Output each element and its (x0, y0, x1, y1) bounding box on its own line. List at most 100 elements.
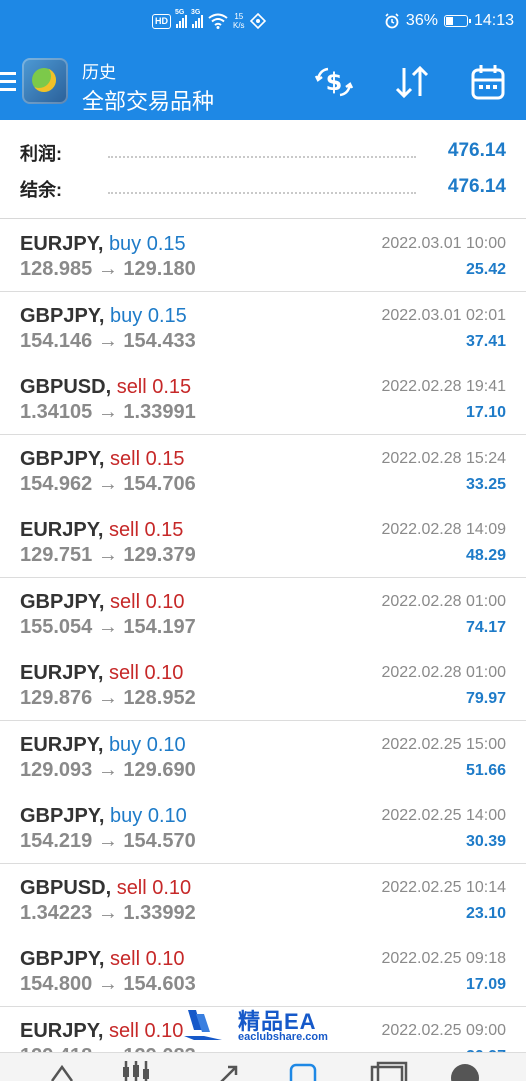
trade-symbol: EURJPY, (20, 519, 104, 541)
trade-title: GBPJPY, buy 0.15 (20, 305, 187, 328)
trade-profit: 17.09 (465, 976, 506, 993)
trade-prices: 129.093 → 129.690 (20, 759, 196, 782)
balance-value: 476.14 (447, 176, 506, 197)
trade-time: 2022.02.28 15:24 (381, 449, 506, 467)
trade-arrow-icon: → (97, 329, 118, 352)
profit-label: 利润: (20, 144, 62, 164)
trade-volume: sell 0.10 (116, 876, 192, 899)
trade-row[interactable]: GBPUSD, sell 0.15 1.34105 → 1.33991 2022.0… (0, 363, 526, 435)
battery-level (445, 17, 453, 25)
trade-symbol: EURJPY, (20, 233, 104, 255)
trade-prices: 154.146 → 154.433 (20, 330, 196, 353)
messages-icon[interactable] (368, 1061, 408, 1081)
trade-symbol: EURJPY, (20, 662, 104, 684)
currency-exchange-icon[interactable]: $ (314, 62, 354, 102)
profit-row: 利润: 476.14 (20, 140, 506, 170)
toolbar: 历史 全部交易品种 $ (0, 48, 526, 120)
sim2-network-label: 3G (191, 9, 201, 16)
trade-row[interactable]: GBPJPY, sell 0.15 154.962 → 154.706 2022.0… (0, 434, 526, 507)
trade-open-price: 155.054 (20, 615, 93, 638)
trade-close-price: 129.379 (123, 544, 196, 566)
menu-icon[interactable] (0, 72, 16, 92)
trade-time: 2022.02.28 01:00 (381, 592, 506, 610)
trade-profit: 79.97 (465, 690, 506, 707)
sort-icon[interactable] (392, 62, 432, 102)
trade-volume: sell 0.10 (110, 948, 185, 970)
trade-time: 2022.02.25 14:00 (381, 807, 506, 824)
balance-leader-dots (108, 192, 416, 194)
trade-title: EURJPY, buy 0.10 (20, 734, 186, 757)
quotes-icon[interactable] (48, 1061, 76, 1081)
trade-prices: 128.985 → 129.180 (20, 258, 196, 281)
trade-volume: sell 0.10 (110, 590, 185, 613)
trade-open-price: 154.800 (20, 973, 93, 995)
profit-value: 476.14 (447, 140, 506, 161)
trade-row[interactable]: GBPJPY, sell 0.10 154.800 → 154.603 2022.0… (0, 935, 526, 1007)
trade-symbol: GBPUSD, (20, 876, 112, 899)
trade-prices: 129.751 → 129.379 (20, 544, 196, 567)
trade-row[interactable]: GBPJPY, sell 0.10 155.054 → 154.197 2022.0… (0, 577, 526, 650)
trade-title: GBPJPY, buy 0.10 (20, 805, 187, 828)
speed-value: 15 (234, 12, 244, 21)
trade-arrow-icon: → (97, 973, 118, 995)
trade-row[interactable]: EURJPY, buy 0.15 128.985 → 129.180 2022.03… (0, 220, 526, 292)
trade-profit: 30.39 (465, 833, 506, 850)
network-speed: 15 K/s (233, 12, 245, 30)
trade-row[interactable]: EURJPY, sell 0.15 129.751 → 129.379 2022.0… (0, 506, 526, 578)
trade-title: EURJPY, sell 0.15 (20, 519, 183, 542)
trade-close-price: 154.197 (123, 615, 196, 638)
trade-row[interactable]: GBPJPY, buy 0.10 154.219 → 154.570 2022.02… (0, 792, 526, 864)
trade-prices: 155.054 → 154.197 (20, 616, 196, 639)
status-left: HD 5G 3G 15 K/s (152, 9, 266, 30)
trade-volume: sell 0.15 (108, 519, 184, 541)
trade-symbol: GBPUSD, (20, 376, 112, 398)
toolbar-title[interactable]: 全部交易品种 (82, 84, 214, 116)
trade-row[interactable]: EURJPY, sell 0.10 129.876 → 128.952 2022.0… (0, 649, 526, 721)
watermark-logo-icon (184, 1010, 222, 1040)
trade-symbol: GBPJPY, (20, 948, 105, 970)
trade-row[interactable]: GBPUSD, sell 0.10 1.34223 → 1.33992 2022.0… (0, 863, 526, 936)
trade-prices: 1.34223 → 1.33992 (20, 902, 196, 925)
trade-arrow-icon: → (97, 901, 118, 924)
trade-symbol: GBPJPY, (20, 304, 105, 327)
sim1-network-label: 5G (175, 9, 185, 16)
speed-unit: K/s (233, 21, 245, 30)
sim1-signal-icon: 5G (175, 9, 187, 28)
trade-arrow-icon: → (97, 472, 118, 495)
watermark-url: eaclubshare.com (238, 1031, 328, 1043)
trade-icon[interactable] (214, 1061, 244, 1081)
trade-open-price: 129.876 (20, 687, 93, 709)
app-logo (22, 58, 68, 104)
hd-icon: HD (152, 13, 171, 29)
trade-arrow-icon: → (97, 758, 118, 781)
balance-row: 结余: 476.14 (20, 176, 506, 206)
history-icon[interactable] (288, 1061, 318, 1081)
trade-row[interactable]: EURJPY, buy 0.10 129.093 → 129.690 2022.02… (0, 720, 526, 793)
trade-open-price: 1.34105 (20, 401, 93, 423)
trade-close-price: 154.433 (123, 329, 196, 352)
trade-volume: buy 0.10 (108, 733, 186, 756)
chart-icon[interactable] (120, 1061, 156, 1081)
trade-arrow-icon: → (97, 830, 118, 852)
alarm-icon (385, 13, 399, 29)
trade-title: GBPUSD, sell 0.15 (20, 376, 191, 399)
trade-profit: 37.41 (465, 332, 506, 350)
trade-arrow-icon: → (97, 258, 118, 280)
trade-symbol: EURJPY, (20, 1019, 104, 1042)
trade-profit: 33.25 (465, 475, 506, 493)
trade-prices: 154.219 → 154.570 (20, 830, 196, 853)
trade-row[interactable]: GBPJPY, buy 0.15 154.146 → 154.433 2022.03… (0, 291, 526, 364)
status-right: 36% 14:13 (384, 12, 514, 30)
watermark: 精品EA eaclubshare.com (182, 1004, 352, 1046)
trade-title: GBPJPY, sell 0.10 (20, 948, 185, 971)
trade-time: 2022.02.25 09:18 (381, 950, 506, 967)
svg-text:$: $ (326, 68, 343, 96)
trade-profit: 48.29 (465, 547, 506, 564)
settings-icon[interactable] (448, 1061, 482, 1081)
trade-symbol: GBPJPY, (20, 447, 105, 470)
battery-percent: 36% (405, 12, 438, 29)
trade-symbol: GBPJPY, (20, 805, 105, 827)
trade-title: GBPJPY, sell 0.15 (20, 448, 185, 471)
trade-time: 2022.02.28 14:09 (381, 521, 506, 538)
calendar-icon[interactable] (468, 62, 508, 102)
